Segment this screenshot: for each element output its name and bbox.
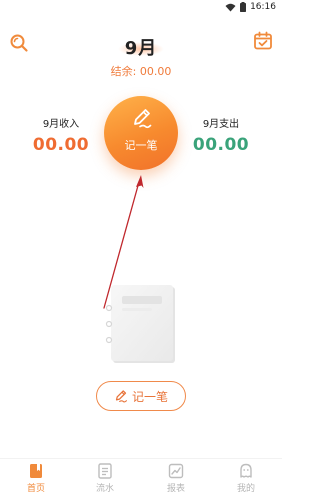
- income-value: 00.00: [32, 135, 90, 155]
- tab-profile[interactable]: 我的: [226, 463, 266, 494]
- income-summary: 9月收入 00.00: [21, 118, 101, 155]
- tab-home[interactable]: 首页: [16, 463, 56, 494]
- list-icon: [98, 463, 112, 479]
- expense-label: 9月支出: [202, 119, 240, 130]
- wifi-icon: [225, 3, 236, 11]
- tab-reports-label: 报表: [166, 484, 185, 494]
- expense-value: 00.00: [192, 135, 250, 155]
- record-button[interactable]: 记一笔: [96, 381, 186, 411]
- profile-icon: [240, 463, 252, 478]
- tab-transactions[interactable]: 流水: [85, 463, 125, 494]
- record-circle-label: 记一笔: [124, 139, 158, 152]
- tab-reports[interactable]: 报表: [156, 463, 196, 494]
- pen-icon: [115, 390, 127, 403]
- tab-home-label: 首页: [26, 484, 45, 494]
- status-icons: 16:16: [225, 1, 276, 13]
- record-circle-button[interactable]: 记一笔: [104, 96, 178, 170]
- bottom-tab-bar: 首页 流水 报表 我的: [0, 458, 282, 500]
- book-icon: [30, 464, 42, 478]
- pen-icon: [134, 109, 152, 129]
- income-label: 9月收入: [42, 119, 80, 130]
- battery-icon: [240, 2, 247, 12]
- notebook-illustration: [105, 285, 175, 363]
- month-title[interactable]: 9月: [125, 38, 158, 59]
- status-time: 16:16: [250, 2, 276, 12]
- status-bar: 16:16: [0, 0, 282, 14]
- balance-text: 结余: 00.00: [110, 65, 172, 78]
- chart-icon: [168, 463, 184, 479]
- tab-profile-label: 我的: [236, 484, 255, 494]
- record-button-label: 记一笔: [131, 389, 168, 404]
- tab-transactions-label: 流水: [95, 484, 114, 494]
- expense-summary: 9月支出 00.00: [181, 118, 261, 155]
